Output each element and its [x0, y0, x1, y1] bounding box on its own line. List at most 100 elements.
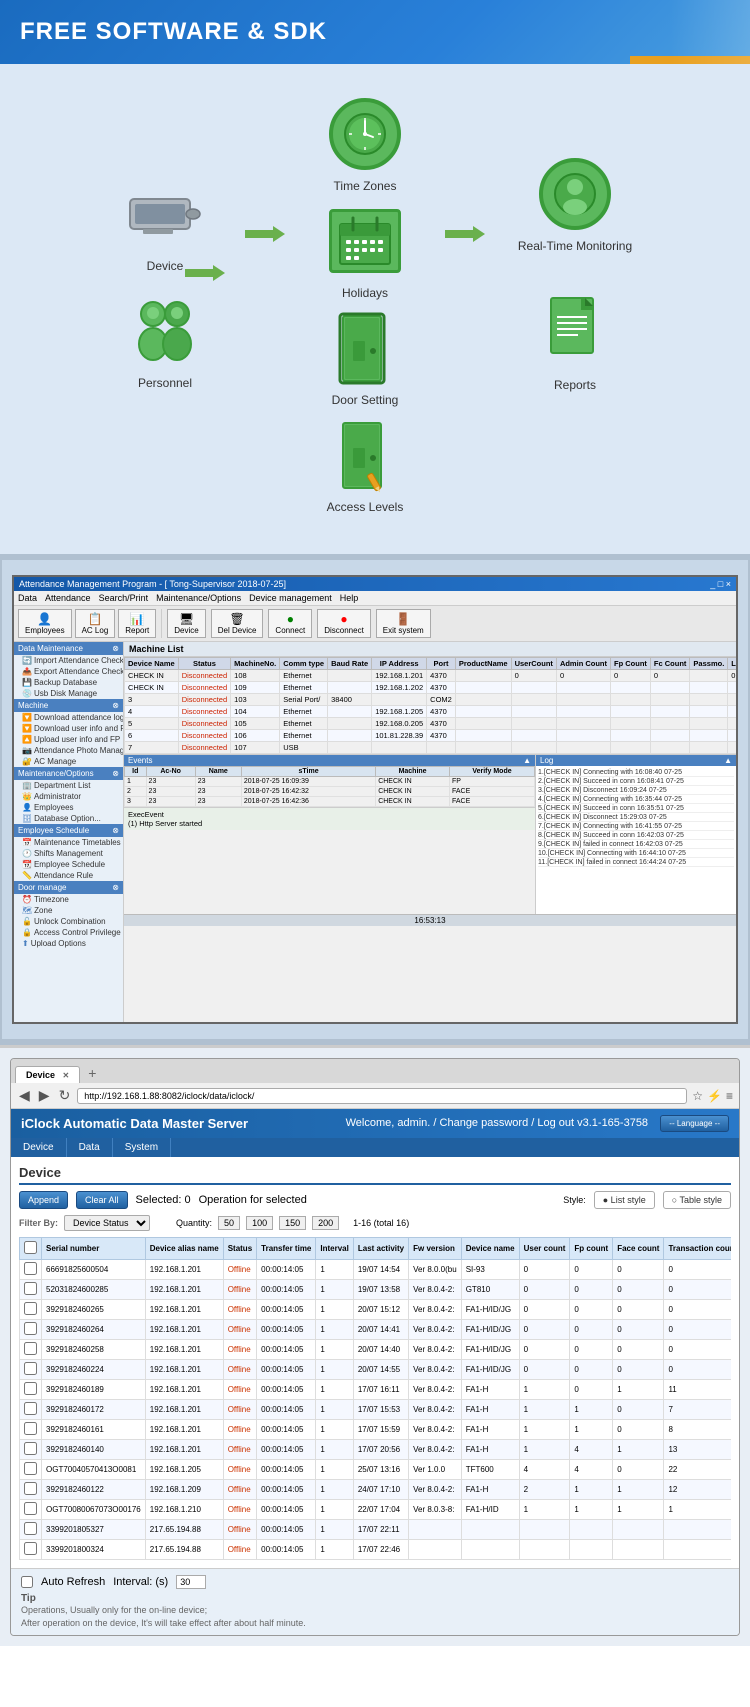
browser-tab-close[interactable]: ✕ — [63, 1071, 70, 1080]
event-cell: 23 — [195, 797, 241, 807]
nav-forward-button[interactable]: ▶ — [37, 1087, 52, 1104]
sidebar-backup[interactable]: 💾Backup Database — [14, 677, 123, 688]
url-bar[interactable] — [77, 1088, 687, 1104]
menu-maintenance[interactable]: Maintenance/Options — [156, 593, 241, 603]
sidebar-usb[interactable]: 💿Usb Disk Manage — [14, 688, 123, 699]
row-checkbox[interactable] — [24, 1482, 37, 1495]
sidebar-upload-user[interactable]: 🔼Upload user info and FP — [14, 734, 123, 745]
web-nav-device[interactable]: Device — [11, 1138, 67, 1157]
btn-connect[interactable]: ●Connect — [268, 609, 312, 638]
device-cell: 3929182460189 — [42, 1380, 146, 1400]
qty-100-btn[interactable]: 100 — [246, 1216, 273, 1230]
row-checkbox[interactable] — [24, 1362, 37, 1375]
device-cell: 11 — [664, 1380, 731, 1400]
device-cell: 00:00:14:05 — [257, 1440, 316, 1460]
select-all-checkbox[interactable] — [24, 1241, 37, 1254]
device-cell: Offline — [223, 1460, 256, 1480]
device-cell: 00:00:14:05 — [257, 1420, 316, 1440]
device-cell: 20/07 14:41 — [353, 1320, 408, 1340]
menu-attendance[interactable]: Attendance — [45, 593, 91, 603]
sidebar-export[interactable]: 📤Export Attendance Checking Data — [14, 666, 123, 677]
row-checkbox[interactable] — [24, 1422, 37, 1435]
row-checkbox[interactable] — [24, 1542, 37, 1555]
row-checkbox[interactable] — [24, 1322, 37, 1335]
device-cell — [409, 1520, 462, 1540]
device-cell: Offline — [223, 1520, 256, 1540]
clear-all-button[interactable]: Clear All — [76, 1191, 128, 1209]
menu-data[interactable]: Data — [18, 593, 37, 603]
sidebar-admin[interactable]: 👑Administrator — [14, 791, 123, 802]
menu-help[interactable]: Help — [340, 593, 359, 603]
web-nav-system[interactable]: System — [113, 1138, 171, 1157]
device-cell: FA1-H — [461, 1400, 519, 1420]
sidebar-upload-options[interactable]: ⬆Upload Options — [14, 938, 123, 949]
btn-del-device[interactable]: 🗑Del Device — [211, 609, 264, 638]
log-entry: 3.[CHECK IN] Disconnect 16:09:24 07-25 — [538, 786, 734, 795]
row-checkbox[interactable] — [24, 1442, 37, 1455]
list-style-btn[interactable]: ● List style — [594, 1191, 655, 1209]
web-nav-data[interactable]: Data — [67, 1138, 113, 1157]
row-checkbox[interactable] — [24, 1342, 37, 1355]
btn-disconnect[interactable]: ●Disconnect — [317, 609, 371, 638]
sidebar-import[interactable]: 🔄Import Attendance Checking Data — [14, 655, 123, 666]
nav-refresh-button[interactable]: ↻ — [57, 1087, 73, 1104]
feature-holidays: Holidays — [305, 201, 425, 300]
device-cell: Ver 8.0.4-2: — [409, 1400, 462, 1420]
nav-menu-icon[interactable]: ⚡ — [707, 1089, 722, 1103]
row-checkbox[interactable] — [24, 1282, 37, 1295]
interval-input[interactable] — [176, 1575, 206, 1589]
sidebar-photo[interactable]: 📷Attendance Photo Management — [14, 745, 123, 756]
tab-report[interactable]: 📊Report — [118, 609, 156, 638]
nav-bookmark-icon[interactable]: ☆ — [692, 1089, 703, 1103]
row-checkbox[interactable] — [24, 1502, 37, 1515]
sidebar-dl-log[interactable]: 🔽Download attendance log: — [14, 712, 123, 723]
auto-refresh-checkbox[interactable] — [21, 1576, 33, 1588]
sidebar-att-rule[interactable]: 📏Attendance Rule — [14, 870, 123, 881]
sidebar-unlock[interactable]: 🔓Unlock Combination — [14, 916, 123, 927]
nav-settings-icon[interactable]: ≡ — [726, 1089, 733, 1103]
language-button[interactable]: -- Language -- — [660, 1115, 729, 1132]
ev-col-time: sTime — [241, 767, 375, 777]
device-cell — [461, 1540, 519, 1560]
btn-device[interactable]: 🖥Device — [167, 609, 205, 638]
menu-device-mgmt[interactable]: Device management — [249, 593, 332, 603]
sidebar-zone[interactable]: 🗺Zone — [14, 905, 123, 916]
append-button[interactable]: Append — [19, 1191, 68, 1209]
nav-back-button[interactable]: ◀ — [17, 1087, 32, 1104]
browser-tab-device[interactable]: Device ✕ — [15, 1066, 80, 1083]
machine-cell — [690, 682, 728, 694]
new-tab-button[interactable]: + — [82, 1063, 102, 1083]
log-panel: Log▲ 1.[CHECK IN] Connecting with 16:08:… — [536, 755, 736, 914]
sidebar-emp-schedule[interactable]: 📆Employee Schedule — [14, 859, 123, 870]
sidebar-dept[interactable]: 🏢Department List — [14, 780, 123, 791]
filter-select[interactable]: Device Status — [64, 1215, 150, 1231]
qty-200-btn[interactable]: 200 — [312, 1216, 339, 1230]
device-cell: Ver 8.0.4-2: — [409, 1300, 462, 1320]
sidebar-db[interactable]: 🗄Database Option... — [14, 813, 123, 824]
sidebar-dl-user[interactable]: 🔽Download user info and Fp — [14, 723, 123, 734]
qty-150-btn[interactable]: 150 — [279, 1216, 306, 1230]
device-cell: 19/07 13:58 — [353, 1280, 408, 1300]
sidebar-timetables[interactable]: 📅Maintenance Timetables — [14, 837, 123, 848]
row-checkbox[interactable] — [24, 1302, 37, 1315]
sidebar-ac[interactable]: 🔐AC Manage — [14, 756, 123, 767]
device-cell: FA1-H — [461, 1380, 519, 1400]
qty-50-btn[interactable]: 50 — [218, 1216, 240, 1230]
row-checkbox[interactable] — [24, 1522, 37, 1535]
table-style-btn[interactable]: ○ Table style — [663, 1191, 731, 1209]
exec-event-text: (1) Http Server started — [128, 819, 531, 828]
row-checkbox[interactable] — [24, 1462, 37, 1475]
tab-aclog[interactable]: 📋AC Log — [75, 609, 116, 638]
machine-cell: Ethernet — [280, 706, 328, 718]
device-cell: 0 — [664, 1360, 731, 1380]
tab-employees[interactable]: 👤Employees — [18, 609, 72, 638]
sidebar-shifts[interactable]: 🕐Shifts Management — [14, 848, 123, 859]
row-checkbox[interactable] — [24, 1402, 37, 1415]
row-checkbox[interactable] — [24, 1382, 37, 1395]
sidebar-employees[interactable]: 👤Employees — [14, 802, 123, 813]
menu-search[interactable]: Search/Print — [99, 593, 149, 603]
sidebar-timezone[interactable]: ⏰Timezone — [14, 894, 123, 905]
btn-exit[interactable]: 🚪Exit system — [376, 609, 431, 638]
row-checkbox[interactable] — [24, 1262, 37, 1275]
sidebar-access[interactable]: 🔒Access Control Privilege — [14, 927, 123, 938]
